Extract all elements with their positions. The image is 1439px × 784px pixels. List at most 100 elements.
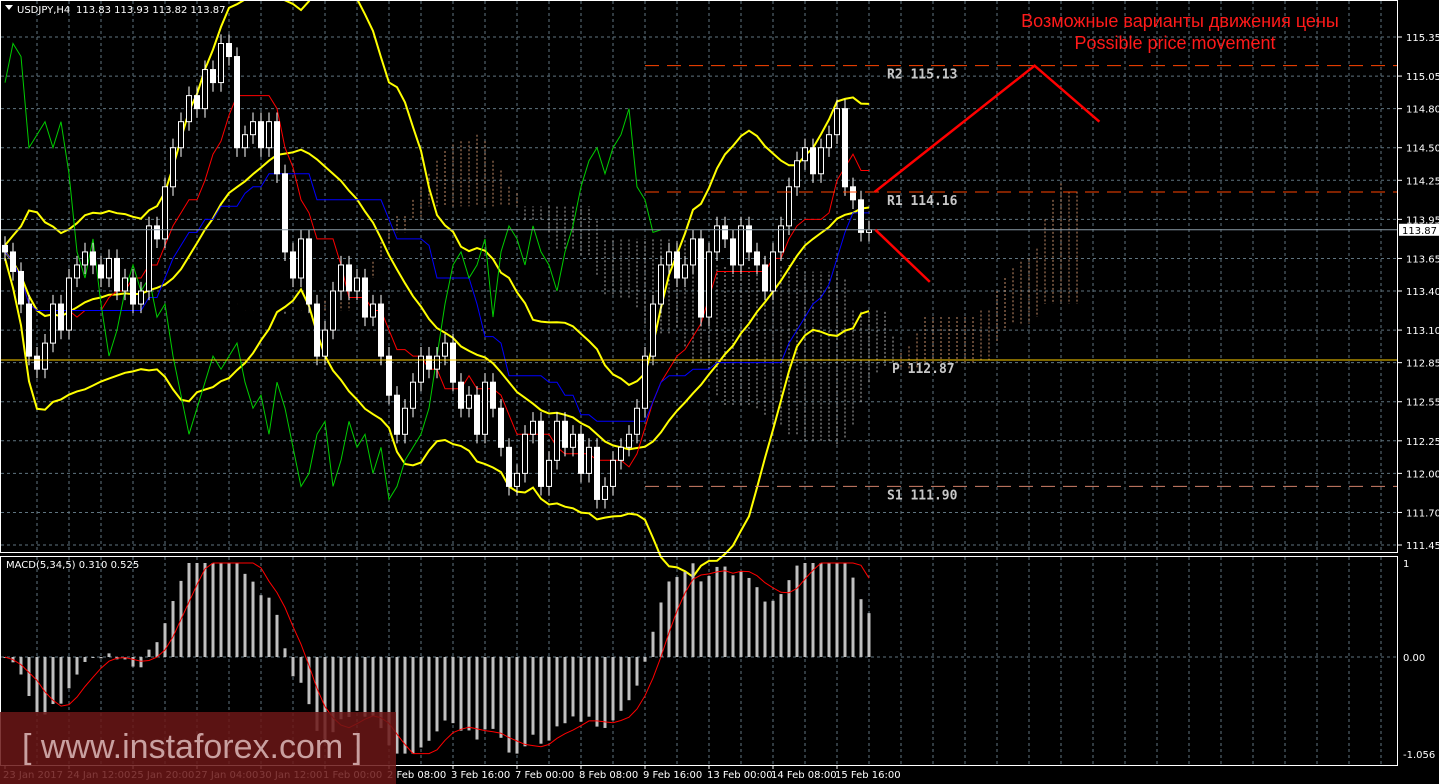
candle-body [658, 264, 664, 305]
macd-histogram-bar [755, 587, 759, 657]
candle-body [762, 264, 768, 292]
candle-body [562, 420, 568, 448]
y-tick-label: 113.40 [1406, 287, 1439, 298]
bollinger-lower [4, 258, 870, 579]
candle-body [530, 420, 536, 435]
macd-histogram-bar [811, 563, 815, 657]
macd-histogram-bar [859, 599, 863, 657]
macd-histogram-bar [803, 563, 807, 657]
y-tick-label: 114.50 [1406, 144, 1439, 155]
macd-histogram-bar [795, 565, 799, 657]
macd-tick-label: 0.00 [1403, 653, 1425, 664]
candle-body [730, 238, 736, 266]
macd-histogram-bar [27, 657, 31, 697]
candle-body [170, 147, 176, 188]
candle-body [514, 472, 520, 487]
macd-histogram-bar [275, 614, 279, 657]
macd-histogram-bar [459, 657, 463, 731]
macd-histogram-bar [683, 572, 687, 657]
dropdown-triangle-icon[interactable] [5, 5, 13, 10]
macd-tick-label: -1.056 [1403, 750, 1435, 761]
macd-histogram-bar [419, 657, 423, 748]
candle-body [298, 238, 304, 279]
macd-histogram-bar [51, 657, 55, 705]
macd-histogram-bar [499, 657, 503, 738]
y-tick-label: 111.45 [1406, 541, 1439, 552]
candle-body [386, 355, 392, 396]
candle-body [314, 303, 320, 357]
forecast-paths [873, 64, 1101, 283]
macd-histogram-bar [267, 597, 271, 657]
candle-body [266, 121, 272, 149]
macd-histogram-bar [219, 563, 223, 657]
candle-body [738, 225, 744, 266]
macd-histogram-bar [491, 657, 495, 729]
price-chart[interactable]: R2 115.13 R1 114.16 P 112.87 S1 111.90 115.… [0, 0, 1439, 784]
candle-body [346, 264, 352, 292]
macd-histogram-bar [299, 657, 303, 683]
macd-histogram-bar [731, 575, 735, 657]
candle-body [610, 459, 616, 487]
x-tick-label: 7 Feb 00:00 [515, 770, 574, 781]
macd-histogram-bar [235, 563, 239, 657]
candle-body [442, 342, 448, 357]
macd-histogram-bar [291, 657, 295, 677]
macd-histogram-bar [187, 563, 191, 657]
macd-histogram-bar [771, 600, 775, 657]
macd-histogram-bar [339, 657, 343, 720]
candle-body [58, 303, 64, 331]
candle-body [682, 264, 688, 279]
candle-body [794, 160, 800, 188]
macd-histogram-bar [835, 563, 839, 657]
macd-histogram-bar [763, 601, 767, 657]
candle-body [642, 355, 648, 409]
candle-body [586, 446, 592, 474]
candle-body [602, 485, 608, 500]
candle-body [306, 238, 312, 305]
candle-body [594, 446, 600, 500]
candle-body [434, 355, 440, 370]
candle-body [698, 238, 704, 318]
macd-histogram-bar [867, 613, 871, 657]
candle-body [546, 459, 552, 487]
macd-histogram-bar [147, 649, 151, 657]
macd-histogram-bar [611, 657, 615, 721]
macd-histogram-bar [35, 657, 39, 713]
candle-body [770, 251, 776, 292]
candle-body [722, 225, 728, 240]
macd-histogram-bar [227, 563, 231, 657]
candle-body [138, 290, 144, 305]
y-tick-label: 115.35 [1406, 33, 1439, 44]
x-tick-label: 14 Feb 08:00 [771, 770, 837, 781]
candle-body [42, 342, 48, 370]
candle-body [74, 264, 80, 279]
macd-histogram-bar [675, 576, 679, 657]
candle-body [522, 433, 528, 474]
macd-histogram-bar [99, 657, 103, 659]
macd-histogram-bar [355, 657, 359, 711]
macd-histogram-bar [155, 642, 159, 657]
axes: 115.35115.05114.80114.50114.25113.95113.… [0, 0, 1439, 781]
macd-histogram-bar [67, 657, 71, 689]
candle-body [450, 342, 456, 383]
macd-histogram-bar [851, 577, 855, 657]
pivot-label-s1: S1 111.90 [887, 488, 958, 503]
macd-histogram-bar [451, 657, 455, 724]
candle-body [10, 251, 16, 272]
candle-body [650, 303, 656, 357]
y-tick-label: 112.25 [1406, 437, 1439, 448]
macd-histogram-bar [739, 571, 743, 657]
chart-ohlc: 113.83 113.93 113.82 113.87 [76, 5, 226, 16]
candle-body [242, 134, 248, 149]
forecast-title-ru: Возможные варианты движения цены [1021, 11, 1339, 31]
candle-body [18, 270, 24, 305]
candle-body [754, 251, 760, 266]
candle-body [818, 147, 824, 175]
macd-histogram-bar [467, 657, 471, 731]
candle-body [482, 381, 488, 435]
candle-body [290, 251, 296, 279]
y-tick-label: 114.80 [1406, 105, 1439, 116]
candle-body [394, 394, 400, 435]
macd-tick-label: 1 [1403, 559, 1409, 570]
candle-body [370, 303, 376, 318]
